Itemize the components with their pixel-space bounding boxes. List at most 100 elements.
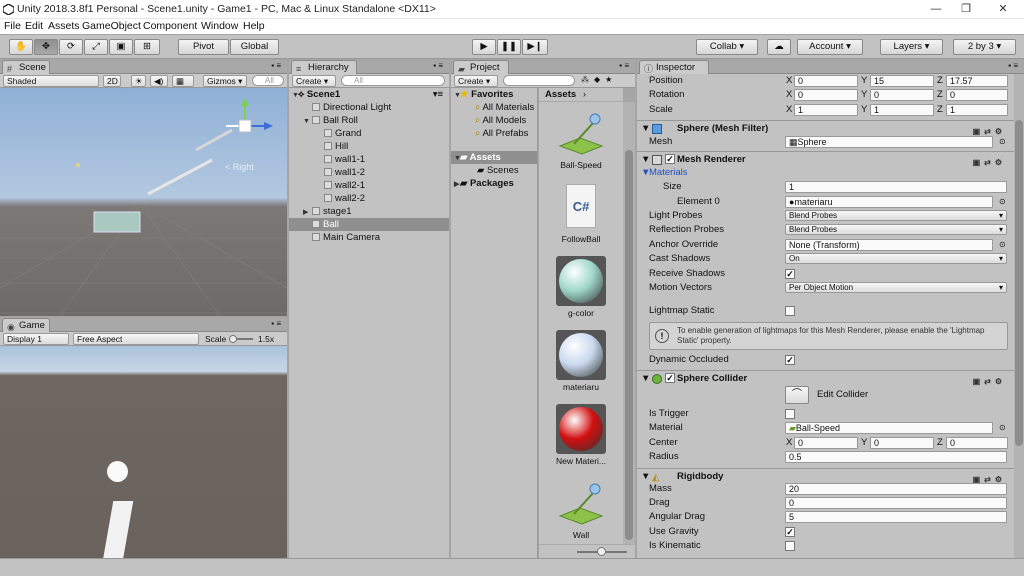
object-picker-icon[interactable]: ⊙ xyxy=(999,421,1006,435)
hierarchy-search-input[interactable]: All xyxy=(341,75,445,86)
fav-item-prefabs[interactable]: ⌕ All Prefabs xyxy=(451,127,537,140)
tab-project[interactable]: ▰ Project xyxy=(453,60,509,74)
element0-field[interactable]: ●materiaru xyxy=(785,196,993,208)
center-y-field[interactable]: 0 xyxy=(870,437,934,449)
is-kinematic-checkbox[interactable] xyxy=(785,541,795,551)
drag-field[interactable]: 0 xyxy=(785,497,1007,509)
hierarchy-item[interactable]: wall2-1 xyxy=(289,179,449,192)
center-x-field[interactable]: 0 xyxy=(794,437,858,449)
light-probes-dropdown[interactable]: Blend Probes xyxy=(785,210,1007,221)
rect-tool-icon[interactable]: ▣ xyxy=(109,39,133,55)
filter-icons[interactable]: ⁂◆★ xyxy=(581,75,617,84)
menu-file[interactable]: File xyxy=(4,20,21,32)
layout-dropdown[interactable]: 2 by 3 ▾ xyxy=(953,39,1016,55)
panel-menu-icon[interactable]: ▪ ≡ xyxy=(1008,61,1018,70)
scale-x-field[interactable]: 1 xyxy=(794,104,858,116)
menu-component[interactable]: Component xyxy=(143,20,197,32)
cast-shadows-dropdown[interactable]: On xyxy=(785,253,1007,264)
hierarchy-item[interactable]: ▶ stage1 xyxy=(289,205,449,218)
mesh-renderer-header[interactable]: ▼ ✓ Mesh Renderer ▣⇄⚙ xyxy=(637,151,1014,167)
scale-y-field[interactable]: 1 xyxy=(870,104,934,116)
asset-item[interactable]: Ball-Speed xyxy=(539,108,623,170)
hierarchy-item[interactable]: Hill xyxy=(289,140,449,153)
hierarchy-item[interactable]: wall1-1 xyxy=(289,153,449,166)
aspect-dropdown[interactable]: Free Aspect xyxy=(73,333,199,345)
scene-menu-icon[interactable]: ▾≡ xyxy=(433,88,443,101)
dynamic-occluded-checkbox[interactable]: ✓ xyxy=(785,355,795,365)
scene-root-row[interactable]: ▼⟡ Scene1 ▾≡ xyxy=(289,88,449,101)
panel-menu-icon[interactable]: ▪ ≡ xyxy=(271,61,281,70)
panel-menu-icon[interactable]: ▪ ≡ xyxy=(271,319,281,328)
scene-viewport[interactable]: < Right xyxy=(0,88,287,316)
global-toggle[interactable]: Global xyxy=(230,39,279,55)
transform-tool-icon[interactable]: ⊞ xyxy=(134,39,160,55)
maximize-icon[interactable]: ❐ xyxy=(955,2,977,17)
collider-material-field[interactable]: ▰Ball-Speed xyxy=(785,422,993,434)
is-trigger-checkbox[interactable] xyxy=(785,409,795,419)
position-z-field[interactable]: 17.57 xyxy=(946,75,1008,87)
hierarchy-create-button[interactable]: Create ▾ xyxy=(292,75,336,87)
scrollbar-thumb[interactable] xyxy=(1015,120,1023,446)
scale-z-field[interactable]: 1 xyxy=(946,104,1008,116)
motion-vectors-dropdown[interactable]: Per Object Motion xyxy=(785,282,1007,293)
scene-gizmo-icon[interactable] xyxy=(216,96,276,150)
favorites-row[interactable]: ▼★ Favorites xyxy=(451,88,537,101)
hierarchy-item[interactable]: ▼ Ball Roll xyxy=(289,114,449,127)
packages-folder-row[interactable]: ▶▰ Packages xyxy=(451,177,537,190)
hierarchy-item[interactable]: wall2-2 xyxy=(289,192,449,205)
rotation-y-field[interactable]: 0 xyxy=(870,89,934,101)
move-tool-icon[interactable]: ✥ xyxy=(34,39,58,55)
edit-collider-button[interactable]: ⌒ xyxy=(785,386,809,404)
radius-field[interactable]: 0.5 xyxy=(785,451,1007,463)
2d-toggle[interactable]: 2D xyxy=(103,75,121,87)
use-gravity-checkbox[interactable]: ✓ xyxy=(785,527,795,537)
pause-button[interactable]: ❚❚ xyxy=(497,39,521,55)
hierarchy-item[interactable]: Grand xyxy=(289,127,449,140)
asset-item[interactable]: Wall xyxy=(539,478,623,540)
lightmap-static-checkbox[interactable] xyxy=(785,306,795,316)
collab-dropdown[interactable]: Collab ▾ xyxy=(696,39,758,55)
lighting-icon[interactable]: ☀ xyxy=(131,75,146,87)
asset-size-thumb[interactable] xyxy=(597,547,606,556)
anchor-override-field[interactable]: None (Transform) xyxy=(785,239,993,251)
object-picker-icon[interactable]: ⊙ xyxy=(999,135,1006,149)
component-settings-icons[interactable]: ▣⇄⚙ xyxy=(973,374,1006,390)
pivot-toggle[interactable]: Pivot xyxy=(178,39,229,55)
position-x-field[interactable]: 0 xyxy=(794,75,858,87)
tab-inspector[interactable]: ⓘ Inspector xyxy=(639,60,709,74)
project-scrollbar[interactable] xyxy=(623,102,635,544)
asset-item[interactable]: C# FollowBall xyxy=(539,182,623,244)
shading-dropdown[interactable]: Shaded xyxy=(3,75,99,87)
panel-menu-icon[interactable]: ▪ ≡ xyxy=(619,61,629,70)
display-dropdown[interactable]: Display 1 xyxy=(3,333,69,345)
angular-drag-field[interactable]: 5 xyxy=(785,511,1007,523)
center-z-field[interactable]: 0 xyxy=(946,437,1008,449)
scenes-folder-row[interactable]: ▰ Scenes xyxy=(451,164,537,177)
project-search-input[interactable] xyxy=(503,75,575,86)
mesh-renderer-enabled-checkbox[interactable]: ✓ xyxy=(665,154,675,164)
audio-icon[interactable]: ◀) xyxy=(150,75,168,87)
close-icon[interactable]: ✕ xyxy=(992,2,1014,17)
menu-edit[interactable]: Edit xyxy=(25,20,43,32)
menu-assets[interactable]: Assets xyxy=(48,20,80,32)
panel-menu-icon[interactable]: ▪ ≡ xyxy=(433,61,443,70)
tab-scene[interactable]: # Scene xyxy=(2,60,50,74)
asset-item[interactable]: g-color xyxy=(539,256,623,318)
rotate-tool-icon[interactable]: ⟳ xyxy=(59,39,83,55)
fav-item-materials[interactable]: ⌕ All Materials xyxy=(451,101,537,114)
sphere-collider-enabled-checkbox[interactable]: ✓ xyxy=(665,373,675,383)
mesh-object-field[interactable]: ▦Sphere xyxy=(785,136,993,148)
inspector-scrollbar[interactable] xyxy=(1014,74,1024,558)
receive-shadows-checkbox[interactable]: ✓ xyxy=(785,269,795,279)
hand-tool-icon[interactable]: ✋ xyxy=(9,39,33,55)
minimize-icon[interactable]: — xyxy=(925,2,947,17)
materials-size-field[interactable]: 1 xyxy=(785,181,1007,193)
play-button[interactable]: ▶ xyxy=(472,39,496,55)
menu-window[interactable]: Window xyxy=(201,20,238,32)
asset-item[interactable]: New Materi... xyxy=(539,404,623,466)
mass-field[interactable]: 20 xyxy=(785,483,1007,495)
mesh-filter-header[interactable]: ▼ Sphere (Mesh Filter) ▣⇄⚙ xyxy=(637,120,1014,136)
tab-game[interactable]: ◉ Game xyxy=(2,318,50,332)
rotation-z-field[interactable]: 0 xyxy=(946,89,1008,101)
object-picker-icon[interactable]: ⊙ xyxy=(999,195,1006,209)
